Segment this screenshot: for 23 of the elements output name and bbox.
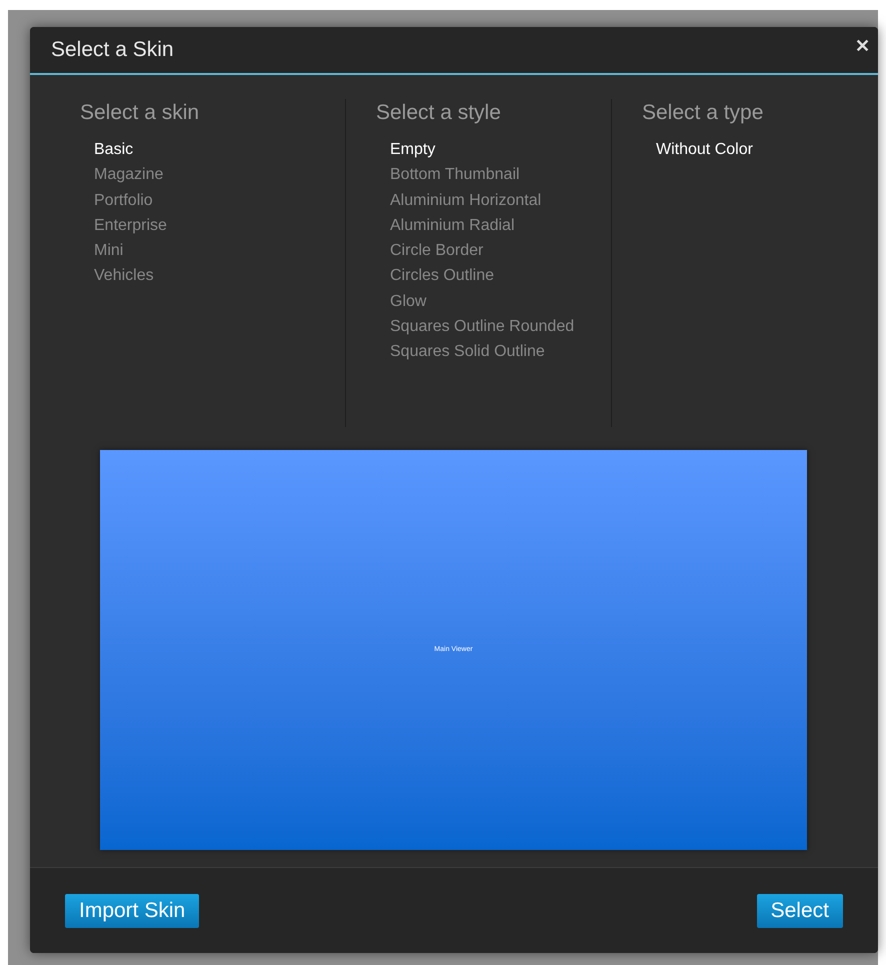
column-heading: Select a type <box>641 100 764 126</box>
list-item[interactable]: Squares Outline Rounded <box>390 314 574 340</box>
close-button[interactable]: ✕ <box>855 33 870 60</box>
list-item[interactable]: Magazine <box>94 162 164 188</box>
list-item[interactable]: Enterprise <box>94 212 167 238</box>
window-title: Select a Skin <box>51 37 174 64</box>
list-item[interactable]: Vehicles <box>94 263 154 289</box>
list-item[interactable]: Basic <box>94 137 134 162</box>
column-heading: Select a skin <box>80 100 200 126</box>
list-item[interactable]: Circle Border <box>390 238 484 264</box>
import-button[interactable]: Import Skin <box>65 894 200 928</box>
list-item[interactable]: Aluminium Horizontal <box>390 188 542 213</box>
list-item[interactable]: Without Color <box>656 137 753 162</box>
select-button[interactable]: Select <box>756 894 843 928</box>
list-item[interactable]: Portfolio <box>94 188 153 213</box>
list-item[interactable]: Mini <box>94 238 124 264</box>
list-item[interactable]: Bottom Thumbnail <box>390 162 520 188</box>
list-item[interactable]: Empty <box>390 137 436 162</box>
list-item[interactable]: Glow <box>390 288 426 314</box>
list-item[interactable]: Aluminium Radial <box>390 212 514 238</box>
list-item[interactable]: Squares Solid Outline <box>390 339 545 365</box>
list-item[interactable]: Circles Outline <box>390 263 494 289</box>
column-heading: Select a style <box>375 100 502 126</box>
